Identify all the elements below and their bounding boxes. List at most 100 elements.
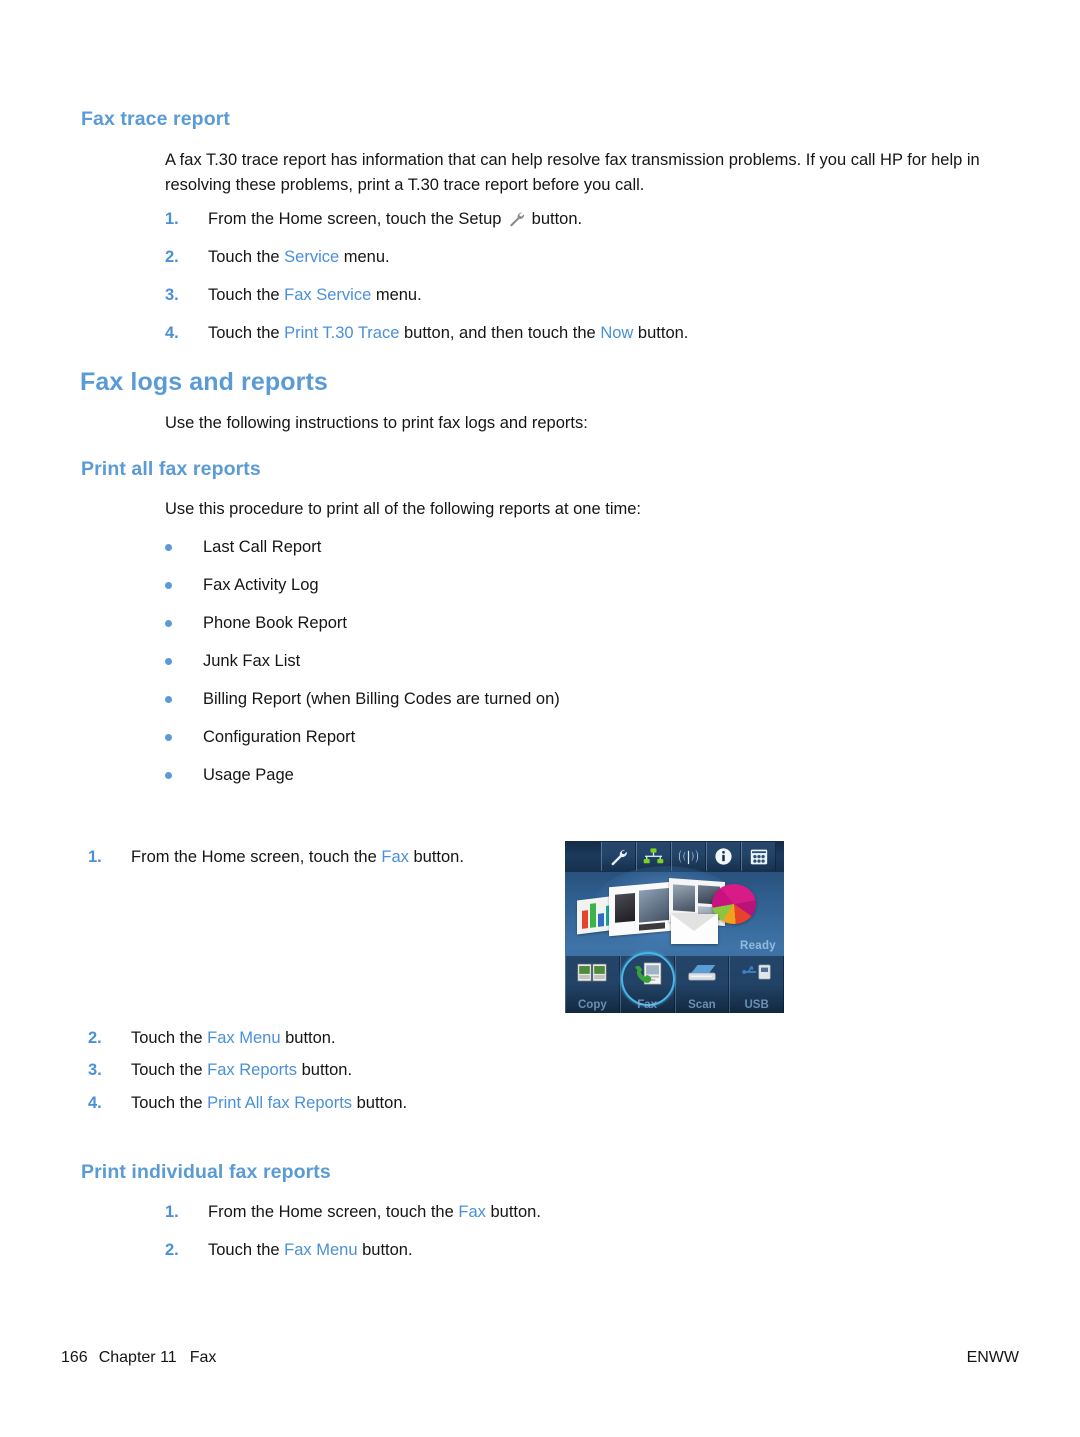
step-text-post: button. — [527, 210, 583, 228]
step-link-fax-menu[interactable]: Fax Menu — [284, 1241, 357, 1259]
step-item: 1. From the Home screen, touch the Fax b… — [165, 1200, 765, 1224]
bullet-dot-icon — [165, 696, 172, 703]
step-link-print-t30-trace[interactable]: Print T.30 Trace — [284, 324, 399, 342]
envelope-graphic — [671, 914, 718, 944]
step-text-pre: From the Home screen, touch the — [131, 848, 382, 866]
step-link-now[interactable]: Now — [600, 324, 633, 342]
step-number: 4. — [88, 1094, 102, 1112]
paragraph-fax-logs-intro: Use the following instructions to print … — [165, 414, 588, 432]
step-text-pre: Touch the — [208, 324, 285, 342]
step-number: 1. — [88, 848, 102, 866]
step-number: 2. — [165, 248, 179, 266]
copy-button-label: Copy — [578, 999, 607, 1011]
step-number: 1. — [165, 210, 179, 228]
step-text: Touch the Print All fax Reports button. — [88, 1091, 648, 1115]
step-text-pre: Touch the — [208, 286, 285, 304]
step-number: 1. — [165, 1203, 179, 1221]
list-item-label: Last Call Report — [203, 538, 322, 556]
step-text: Touch the Service menu. — [165, 245, 865, 269]
list-item-label: Billing Report (when Billing Codes are t… — [203, 690, 560, 708]
bullet-dot-icon — [165, 582, 172, 589]
step-number: 3. — [165, 286, 179, 304]
document-page: Fax trace report A fax T.30 trace report… — [0, 0, 1080, 1437]
bullet-dot-icon — [165, 544, 172, 551]
scan-button-label: Scan — [688, 999, 716, 1011]
step-item: 1. From the Home screen, touch the Fax b… — [88, 845, 548, 869]
step-text-pre: Touch the — [208, 248, 285, 266]
list-item-label: Usage Page — [203, 766, 294, 784]
step-text-post: menu. — [371, 286, 422, 304]
step-text-pre: From the Home screen, touch the Setup — [208, 210, 507, 228]
step-text: Touch the Fax Menu button. — [165, 1238, 765, 1262]
page-number: 166 — [61, 1349, 88, 1366]
step-text-post: button. — [408, 848, 464, 866]
list-item-label: Junk Fax List — [203, 652, 301, 670]
step-text: From the Home screen, touch the Fax butt… — [165, 1200, 765, 1224]
control-panel-display-area: Ready — [565, 866, 784, 956]
step-number: 3. — [88, 1061, 102, 1079]
step-number: 4. — [165, 324, 179, 342]
heading-print-all-fax-reports: Print all fax reports — [81, 458, 261, 480]
step-link-fax[interactable]: Fax — [381, 848, 409, 866]
bullet-dot-icon — [165, 772, 172, 779]
list-item: Fax Activity Log — [165, 573, 319, 597]
wrench-icon — [508, 210, 525, 227]
step-text-post: button. — [485, 1203, 541, 1221]
paragraph-fax-trace-intro: A fax T.30 trace report has information … — [165, 151, 980, 194]
footer-chapter: Chapter 11 — [98, 1349, 177, 1366]
step-text-post: menu. — [339, 248, 390, 266]
list-item: Configuration Report — [165, 725, 355, 749]
fax-button[interactable]: Fax — [619, 952, 676, 1013]
step-item: 3. Touch the Fax Service menu. — [165, 283, 865, 307]
footer-chapter-title: Fax — [189, 1349, 217, 1366]
footer-locale: ENWW — [966, 1349, 1019, 1366]
supplies-levels-icon[interactable] — [741, 842, 776, 871]
wrench-setup-icon[interactable] — [601, 842, 636, 871]
fax-button-label: Fax — [637, 999, 658, 1011]
step-text-pre: Touch the — [131, 1029, 208, 1047]
heading-fax-logs-and-reports: Fax logs and reports — [80, 368, 328, 396]
paragraph-print-all-intro: Use this procedure to print all of the f… — [165, 500, 641, 518]
scan-button[interactable]: Scan — [674, 956, 730, 1013]
step-item: 3. Touch the Fax Reports button. — [88, 1058, 588, 1082]
copy-button[interactable]: Copy — [565, 956, 620, 1013]
step-link-print-all-fax-reports[interactable]: Print All fax Reports — [207, 1094, 352, 1112]
list-item: Phone Book Report — [165, 611, 347, 635]
status-text: Ready — [739, 940, 776, 952]
step-text-post: button. — [280, 1029, 336, 1047]
step-text-post: button. — [297, 1061, 353, 1079]
list-item-label: Fax Activity Log — [203, 576, 319, 594]
printer-control-panel-image: Ready Copy Fax Scan USB — [565, 841, 784, 1013]
step-text-post: button. — [352, 1094, 408, 1112]
step-text: Touch the Fax Menu button. — [88, 1026, 588, 1050]
step-link-fax-reports[interactable]: Fax Reports — [207, 1061, 297, 1079]
step-item: 4. Touch the Print T.30 Trace button, an… — [165, 321, 965, 345]
step-item: 2. Touch the Service menu. — [165, 245, 865, 269]
list-item: Last Call Report — [165, 535, 321, 559]
step-number: 2. — [165, 1241, 179, 1259]
step-item: 1. From the Home screen, touch the Setup… — [165, 207, 865, 231]
list-item-label: Configuration Report — [203, 728, 356, 746]
step-link-service[interactable]: Service — [284, 248, 339, 266]
step-text: Touch the Fax Reports button. — [88, 1058, 588, 1082]
step-text-post: button. — [357, 1241, 413, 1259]
list-item: Usage Page — [165, 763, 294, 787]
bullet-dot-icon — [165, 620, 172, 627]
step-text: Touch the Print T.30 Trace button, and t… — [165, 321, 965, 345]
step-text: From the Home screen, touch the Fax butt… — [88, 845, 548, 869]
step-text-mid: button, and then touch the — [399, 324, 601, 342]
usb-button-label: USB — [744, 999, 769, 1011]
step-text-pre: Touch the — [208, 1241, 285, 1259]
bullet-dot-icon — [165, 658, 172, 665]
usb-button[interactable]: USB — [729, 956, 784, 1013]
step-item: 2. Touch the Fax Menu button. — [88, 1026, 588, 1050]
list-item: Billing Report (when Billing Codes are t… — [165, 687, 560, 711]
step-link-fax-menu[interactable]: Fax Menu — [207, 1029, 280, 1047]
bullet-dot-icon — [165, 734, 172, 741]
info-icon[interactable] — [706, 842, 741, 871]
step-link-fax[interactable]: Fax — [458, 1203, 486, 1221]
step-link-fax-service[interactable]: Fax Service — [284, 286, 371, 304]
heading-print-individual-fax-reports: Print individual fax reports — [81, 1161, 331, 1183]
step-item: 4. Touch the Print All fax Reports butto… — [88, 1091, 648, 1115]
step-text-post: button. — [633, 324, 689, 342]
